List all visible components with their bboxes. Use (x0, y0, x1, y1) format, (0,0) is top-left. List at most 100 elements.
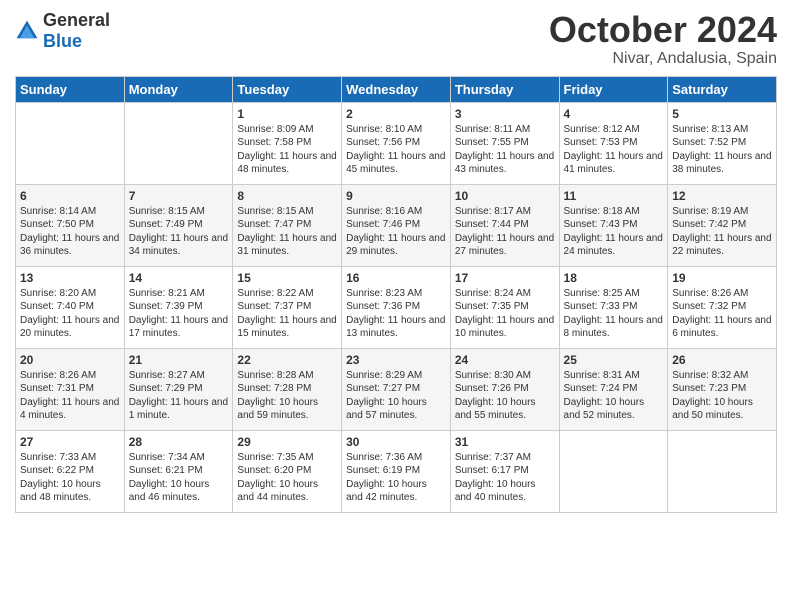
day-number: 10 (455, 189, 555, 203)
calendar-cell (668, 430, 777, 512)
day-detail: Sunrise: 8:24 AM Sunset: 7:35 PM Dayligh… (455, 287, 555, 341)
day-detail: Sunrise: 8:11 AM Sunset: 7:55 PM Dayligh… (455, 123, 555, 177)
calendar-cell: 29 Sunrise: 7:35 AM Sunset: 6:20 PM Dayli… (233, 430, 342, 512)
calendar-cell: 25Sunrise: 8:31 AM Sunset: 7:24 PM Dayli… (559, 348, 668, 430)
day-number: 21 (129, 353, 229, 367)
calendar-cell: 22Sunrise: 8:28 AM Sunset: 7:28 PM Dayli… (233, 348, 342, 430)
week-row-2: 6Sunrise: 8:14 AM Sunset: 7:50 PM Daylig… (16, 184, 777, 266)
day-number: 29 (237, 435, 337, 449)
calendar-cell: 20 Sunrise: 8:26 AM Sunset: 7:31 PM Dayli… (16, 348, 125, 430)
day-number: 26 (672, 353, 772, 367)
calendar-cell: 5Sunrise: 8:13 AM Sunset: 7:52 PM Daylig… (668, 102, 777, 184)
calendar-cell: 1Sunrise: 8:09 AM Sunset: 7:58 PM Daylig… (233, 102, 342, 184)
day-number: 19 (672, 271, 772, 285)
day-detail: Sunrise: 8:23 AM Sunset: 7:36 PM Dayligh… (346, 287, 446, 341)
calendar-cell: 23Sunrise: 8:29 AM Sunset: 7:27 PM Dayli… (342, 348, 451, 430)
day-detail: Sunrise: 8:19 AM Sunset: 7:42 PM Dayligh… (672, 205, 772, 259)
day-detail: Sunrise: 8:26 AM Sunset: 7:32 PM Dayligh… (672, 287, 772, 341)
month-title: October 2024 (549, 10, 777, 50)
calendar-cell: 26 Sunrise: 8:32 AM Sunset: 7:23 PM Dayli… (668, 348, 777, 430)
day-number: 3 (455, 107, 555, 121)
calendar-cell: 11Sunrise: 8:18 AM Sunset: 7:43 PM Dayli… (559, 184, 668, 266)
day-detail: Sunrise: 8:18 AM Sunset: 7:43 PM Dayligh… (564, 205, 664, 259)
calendar-cell: 13 Sunrise: 8:20 AM Sunset: 7:40 PM Dayli… (16, 266, 125, 348)
day-detail: Sunrise: 8:32 AM Sunset: 7:23 PM Dayligh… (672, 369, 772, 423)
calendar-cell: 18Sunrise: 8:25 AM Sunset: 7:33 PM Dayli… (559, 266, 668, 348)
calendar-cell (559, 430, 668, 512)
day-detail: Sunrise: 8:20 AM Sunset: 7:40 PM Dayligh… (20, 287, 120, 341)
main-container: General Blue October 2024 Nivar, Andalus… (0, 0, 792, 523)
logo-icon (15, 19, 39, 43)
day-number: 16 (346, 271, 446, 285)
day-detail: Sunrise: 8:10 AM Sunset: 7:56 PM Dayligh… (346, 123, 446, 177)
day-number: 14 (129, 271, 229, 285)
calendar-cell: 16 Sunrise: 8:23 AM Sunset: 7:36 PM Dayli… (342, 266, 451, 348)
day-detail: Sunrise: 8:13 AM Sunset: 7:52 PM Dayligh… (672, 123, 772, 177)
day-detail: Sunrise: 8:27 AM Sunset: 7:29 PM Dayligh… (129, 369, 229, 423)
calendar-body: 1Sunrise: 8:09 AM Sunset: 7:58 PM Daylig… (16, 102, 777, 512)
day-detail: Sunrise: 7:37 AM Sunset: 6:17 PM Dayligh… (455, 451, 555, 505)
week-row-4: 20 Sunrise: 8:26 AM Sunset: 7:31 PM Dayli… (16, 348, 777, 430)
day-detail: Sunrise: 8:15 AM Sunset: 7:47 PM Dayligh… (237, 205, 337, 259)
logo-general: General (43, 10, 110, 30)
calendar-cell: 30 Sunrise: 7:36 AM Sunset: 6:19 PM Dayli… (342, 430, 451, 512)
day-detail: Sunrise: 8:21 AM Sunset: 7:39 PM Dayligh… (129, 287, 229, 341)
day-number: 27 (20, 435, 120, 449)
day-number: 8 (237, 189, 337, 203)
col-monday: Monday (124, 76, 233, 102)
calendar-cell: 2 Sunrise: 8:10 AM Sunset: 7:56 PM Daylig… (342, 102, 451, 184)
col-saturday: Saturday (668, 76, 777, 102)
day-number: 9 (346, 189, 446, 203)
calendar-cell: 7 Sunrise: 8:15 AM Sunset: 7:49 PM Daylig… (124, 184, 233, 266)
day-detail: Sunrise: 7:36 AM Sunset: 6:19 PM Dayligh… (346, 451, 446, 505)
calendar-cell: 8 Sunrise: 8:15 AM Sunset: 7:47 PM Daylig… (233, 184, 342, 266)
day-number: 15 (237, 271, 337, 285)
calendar-cell: 21 Sunrise: 8:27 AM Sunset: 7:29 PM Dayli… (124, 348, 233, 430)
day-number: 30 (346, 435, 446, 449)
calendar-cell (124, 102, 233, 184)
day-number: 22 (237, 353, 337, 367)
day-detail: Sunrise: 8:12 AM Sunset: 7:53 PM Dayligh… (564, 123, 664, 177)
calendar-cell: 9Sunrise: 8:16 AM Sunset: 7:46 PM Daylig… (342, 184, 451, 266)
calendar-cell: 4 Sunrise: 8:12 AM Sunset: 7:53 PM Daylig… (559, 102, 668, 184)
calendar-cell: 3 Sunrise: 8:11 AM Sunset: 7:55 PM Daylig… (450, 102, 559, 184)
day-number: 2 (346, 107, 446, 121)
week-row-5: 27 Sunrise: 7:33 AM Sunset: 6:22 PM Dayli… (16, 430, 777, 512)
header: General Blue October 2024 Nivar, Andalus… (15, 10, 777, 68)
calendar-cell: 24Sunrise: 8:30 AM Sunset: 7:26 PM Dayli… (450, 348, 559, 430)
calendar-cell: 28 Sunrise: 7:34 AM Sunset: 6:21 PM Dayli… (124, 430, 233, 512)
day-number: 31 (455, 435, 555, 449)
col-tuesday: Tuesday (233, 76, 342, 102)
day-number: 28 (129, 435, 229, 449)
header-row: Sunday Monday Tuesday Wednesday Thursday… (16, 76, 777, 102)
day-number: 7 (129, 189, 229, 203)
day-number: 12 (672, 189, 772, 203)
day-number: 25 (564, 353, 664, 367)
day-number: 13 (20, 271, 120, 285)
title-block: October 2024 Nivar, Andalusia, Spain (549, 10, 777, 68)
col-sunday: Sunday (16, 76, 125, 102)
col-wednesday: Wednesday (342, 76, 451, 102)
day-number: 4 (564, 107, 664, 121)
col-thursday: Thursday (450, 76, 559, 102)
calendar-cell: 17Sunrise: 8:24 AM Sunset: 7:35 PM Dayli… (450, 266, 559, 348)
day-detail: Sunrise: 8:30 AM Sunset: 7:26 PM Dayligh… (455, 369, 555, 423)
calendar-cell: 10Sunrise: 8:17 AM Sunset: 7:44 PM Dayli… (450, 184, 559, 266)
location-title: Nivar, Andalusia, Spain (549, 50, 777, 68)
calendar-cell: 27 Sunrise: 7:33 AM Sunset: 6:22 PM Dayli… (16, 430, 125, 512)
day-detail: Sunrise: 7:33 AM Sunset: 6:22 PM Dayligh… (20, 451, 120, 505)
calendar-cell: 6Sunrise: 8:14 AM Sunset: 7:50 PM Daylig… (16, 184, 125, 266)
logo-blue: Blue (43, 31, 82, 51)
day-detail: Sunrise: 7:34 AM Sunset: 6:21 PM Dayligh… (129, 451, 229, 505)
day-number: 23 (346, 353, 446, 367)
calendar-table: Sunday Monday Tuesday Wednesday Thursday… (15, 76, 777, 513)
week-row-3: 13 Sunrise: 8:20 AM Sunset: 7:40 PM Dayli… (16, 266, 777, 348)
day-detail: Sunrise: 8:15 AM Sunset: 7:49 PM Dayligh… (129, 205, 229, 259)
day-detail: Sunrise: 7:35 AM Sunset: 6:20 PM Dayligh… (237, 451, 337, 505)
day-number: 1 (237, 107, 337, 121)
day-number: 6 (20, 189, 120, 203)
day-detail: Sunrise: 8:26 AM Sunset: 7:31 PM Dayligh… (20, 369, 120, 423)
day-number: 20 (20, 353, 120, 367)
calendar-cell: 14 Sunrise: 8:21 AM Sunset: 7:39 PM Dayli… (124, 266, 233, 348)
calendar-cell: 19 Sunrise: 8:26 AM Sunset: 7:32 PM Dayli… (668, 266, 777, 348)
